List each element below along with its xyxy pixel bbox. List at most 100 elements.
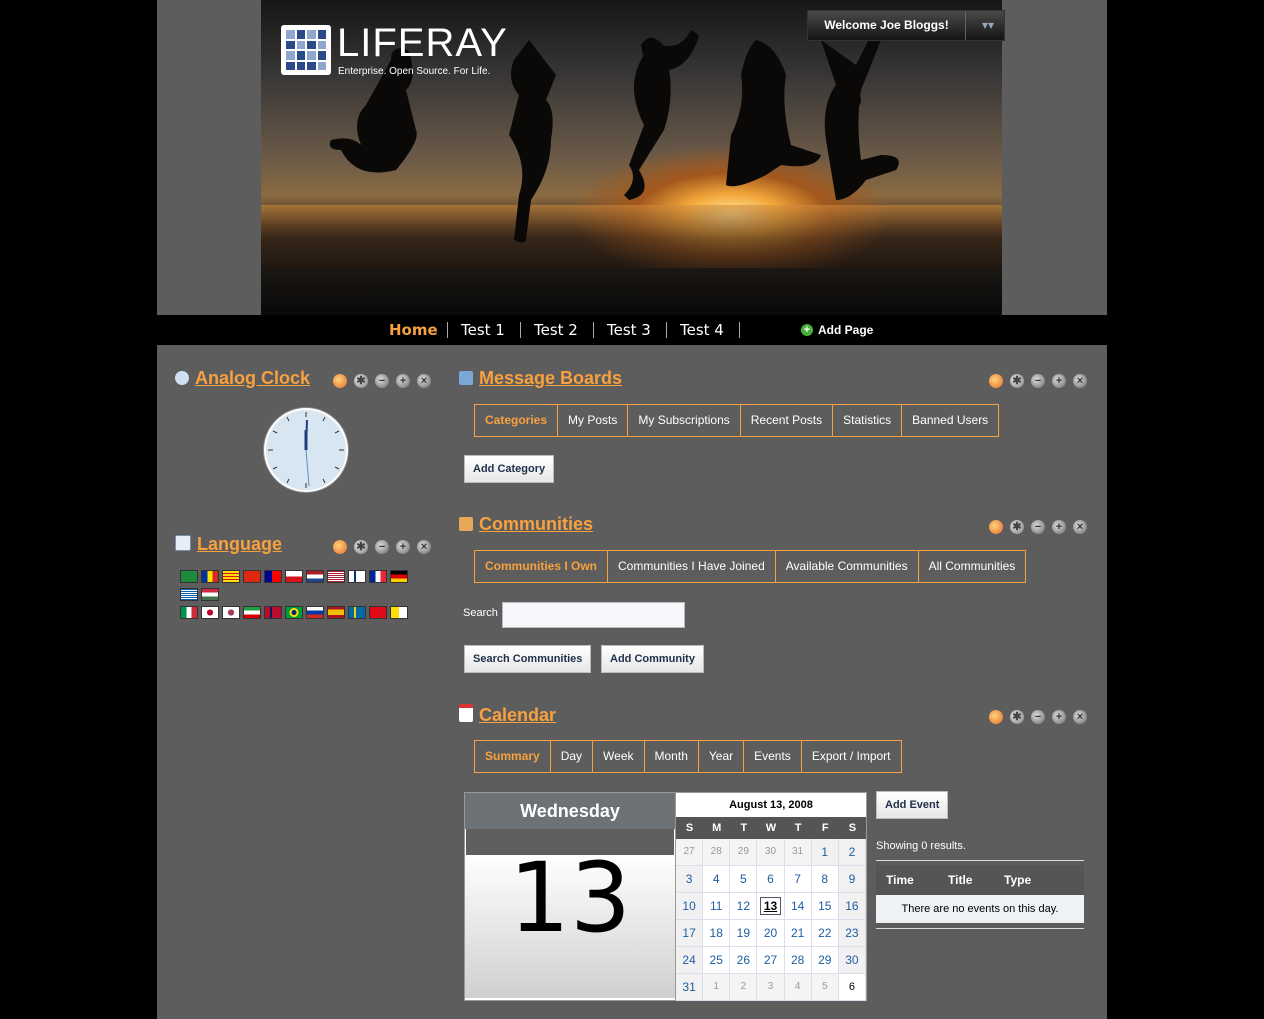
add-community-button[interactable]: Add Community — [601, 645, 704, 673]
calendar-day[interactable]: 14 — [784, 893, 812, 920]
calendar-day[interactable]: 22 — [811, 920, 839, 947]
calendar-day[interactable]: 17 — [676, 920, 704, 947]
flag-catalan-icon[interactable] — [222, 570, 240, 583]
calendar-day-out[interactable]: 2 — [730, 974, 758, 1001]
close-icon[interactable]: × — [417, 539, 431, 554]
calendar-day-out[interactable]: 6 — [838, 974, 866, 1001]
language-portlet-title[interactable]: Language — [175, 534, 282, 556]
calendar-day-out[interactable]: 31 — [784, 839, 812, 866]
flag-netherlands-icon[interactable] — [306, 570, 324, 583]
close-icon[interactable]: × — [417, 373, 431, 388]
calendar-day[interactable]: 6 — [757, 866, 785, 893]
nav-test-3[interactable]: Test 3 — [607, 315, 651, 345]
calendar-day-out[interactable]: 1 — [703, 974, 731, 1001]
calendar-day[interactable]: 5 — [730, 866, 758, 893]
configuration-icon[interactable]: ✱ — [354, 373, 368, 388]
calendar-day[interactable]: 27 — [757, 947, 785, 974]
calendar-portlet-title[interactable]: Calendar — [459, 704, 556, 726]
welcome-text[interactable]: Welcome Joe Bloggs! — [808, 11, 966, 40]
nav-home[interactable]: Home — [389, 315, 438, 345]
calendar-day[interactable]: 25 — [703, 947, 731, 974]
flag-turkey-icon[interactable] — [369, 606, 387, 619]
calendar-day[interactable]: 21 — [784, 920, 812, 947]
flag-norway-icon[interactable] — [264, 606, 282, 619]
liferay-logo[interactable]: LIFERAY Enterprise. Open Source. For Lif… — [281, 21, 507, 80]
welcome-dock[interactable]: Welcome Joe Bloggs! ▾▾ — [807, 10, 1005, 41]
close-icon[interactable]: × — [1073, 373, 1087, 388]
column-time[interactable]: Time — [876, 865, 948, 895]
nav-test-2[interactable]: Test 2 — [534, 315, 578, 345]
flag-china-icon[interactable] — [243, 570, 261, 583]
configuration-icon[interactable]: ✱ — [1010, 519, 1024, 534]
flag-france-icon[interactable] — [369, 570, 387, 583]
communities-search-input[interactable] — [502, 602, 685, 628]
communities-portlet-title[interactable]: Communities — [459, 514, 593, 536]
column-type[interactable]: Type — [1004, 865, 1074, 895]
calendar-day-out[interactable]: 29 — [730, 839, 758, 866]
flag-arabic-icon[interactable] — [180, 570, 198, 583]
flag-vietnam-icon[interactable] — [390, 606, 408, 619]
nav-test-4[interactable]: Test 4 — [680, 315, 724, 345]
calendar-day-out[interactable]: 30 — [757, 839, 785, 866]
calendar-day[interactable]: 29 — [811, 947, 839, 974]
minimize-icon[interactable]: − — [375, 373, 389, 388]
tab-year[interactable]: Year — [699, 741, 745, 772]
calendar-day[interactable]: 30 — [838, 947, 866, 974]
calendar-day-out[interactable]: 28 — [703, 839, 731, 866]
tab-recent-posts[interactable]: Recent Posts — [741, 405, 834, 436]
configuration-icon[interactable]: ✱ — [354, 539, 368, 554]
tab-banned-users[interactable]: Banned Users — [902, 405, 998, 436]
look-and-feel-icon[interactable] — [989, 519, 1003, 534]
calendar-day[interactable]: 1 — [811, 839, 839, 866]
tab-month[interactable]: Month — [645, 741, 699, 772]
flag-russia-icon[interactable] — [306, 606, 324, 619]
calendar-day[interactable]: 23 — [838, 920, 866, 947]
tab-all-communities[interactable]: All Communities — [919, 551, 1026, 582]
minimize-icon[interactable]: − — [375, 539, 389, 554]
minimize-icon[interactable]: − — [1031, 519, 1045, 534]
tab-summary[interactable]: Summary — [475, 741, 551, 772]
tab-export-import[interactable]: Export / Import — [802, 741, 901, 772]
add-event-button[interactable]: Add Event — [876, 791, 949, 819]
look-and-feel-icon[interactable] — [989, 709, 1003, 724]
calendar-day[interactable]: 2 — [838, 839, 866, 866]
calendar-day[interactable]: 9 — [838, 866, 866, 893]
configuration-icon[interactable]: ✱ — [1010, 373, 1024, 388]
dock-menu-icon[interactable]: ▾▾ — [982, 18, 994, 32]
add-page-button[interactable]: + Add Page — [801, 315, 873, 345]
message-boards-portlet-title[interactable]: Message Boards — [459, 368, 622, 390]
look-and-feel-icon[interactable] — [989, 373, 1003, 388]
tab-communities-i-own[interactable]: Communities I Own — [475, 551, 609, 582]
flag-hungary-icon[interactable] — [201, 588, 219, 601]
calendar-day[interactable]: 26 — [730, 947, 758, 974]
maximize-icon[interactable]: + — [1052, 519, 1066, 534]
calendar-day-out[interactable]: 4 — [784, 974, 812, 1001]
maximize-icon[interactable]: + — [1052, 709, 1066, 724]
calendar-day[interactable]: 15 — [811, 893, 839, 920]
calendar-day[interactable]: 10 — [676, 893, 704, 920]
look-and-feel-icon[interactable] — [333, 373, 347, 388]
tab-communities-joined[interactable]: Communities I Have Joined — [608, 551, 776, 582]
flag-iran-icon[interactable] — [243, 606, 261, 619]
minimize-icon[interactable]: − — [1031, 709, 1045, 724]
flag-japan-icon[interactable] — [201, 606, 219, 619]
maximize-icon[interactable]: + — [396, 373, 410, 388]
calendar-day[interactable]: 16 — [838, 893, 866, 920]
flag-korea-icon[interactable] — [222, 606, 240, 619]
flag-spain-icon[interactable] — [327, 606, 345, 619]
calendar-day[interactable]: 4 — [703, 866, 731, 893]
calendar-day[interactable]: 7 — [784, 866, 812, 893]
tab-events[interactable]: Events — [744, 741, 802, 772]
maximize-icon[interactable]: + — [1052, 373, 1066, 388]
calendar-day[interactable]: 24 — [676, 947, 704, 974]
flag-italy-icon[interactable] — [180, 606, 198, 619]
calendar-day[interactable]: 28 — [784, 947, 812, 974]
calendar-day[interactable]: 20 — [757, 920, 785, 947]
calendar-day-out[interactable]: 3 — [757, 974, 785, 1001]
flag-czech-icon[interactable] — [285, 570, 303, 583]
flag-greece-icon[interactable] — [180, 588, 198, 601]
calendar-day[interactable]: 18 — [703, 920, 731, 947]
minimize-icon[interactable]: − — [1031, 373, 1045, 388]
flag-sweden-icon[interactable] — [348, 606, 366, 619]
calendar-day-out[interactable]: 27 — [676, 839, 704, 866]
